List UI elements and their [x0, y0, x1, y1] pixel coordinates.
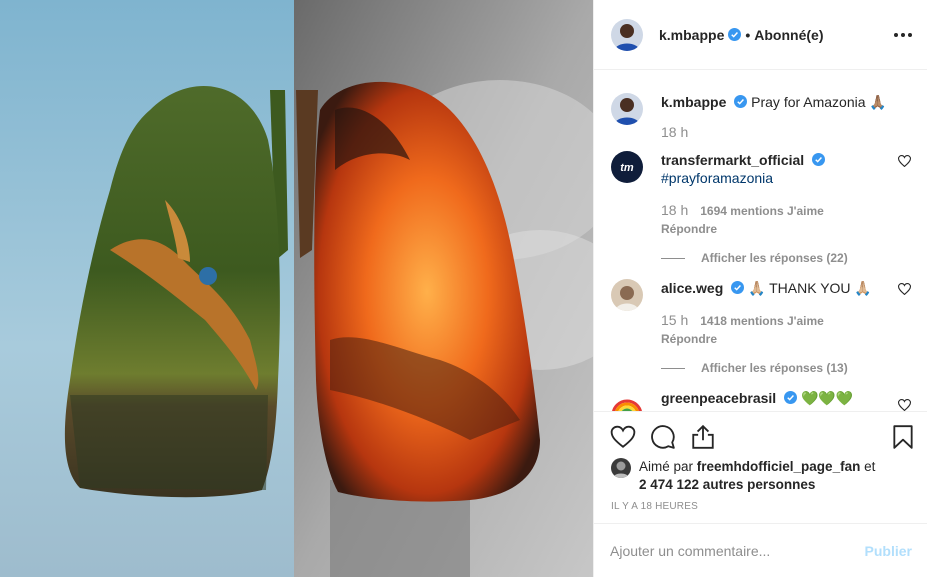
- view-replies-button[interactable]: Afficher les réponses (13): [661, 359, 881, 377]
- comment-text: 🙏🏼 THANK YOU 🙏🏼: [748, 280, 872, 296]
- comment-like-heart-icon[interactable]: [898, 399, 911, 411]
- comment-like-heart-icon[interactable]: [898, 283, 911, 295]
- comment-likes-count[interactable]: 1694 mentions J'aime: [700, 202, 824, 220]
- liker-avatar[interactable]: [611, 458, 631, 478]
- post-image[interactable]: [0, 0, 593, 577]
- comment-username[interactable]: transfermarkt_official: [661, 152, 804, 168]
- post-side-panel: k.mbappe • Abonné(e) k.mbappe Pray for A…: [593, 0, 927, 577]
- post-timestamp[interactable]: IL Y A 18 HEURES: [611, 501, 698, 512]
- likes-count-link[interactable]: 2 474 122 autres personnes: [639, 477, 815, 492]
- verified-badge-icon: [812, 153, 826, 166]
- caption-username[interactable]: k.mbappe: [661, 94, 726, 110]
- comment-icon[interactable]: [650, 424, 676, 450]
- likes-prefix: Aimé par: [639, 459, 697, 474]
- comment-input[interactable]: [610, 542, 865, 559]
- reply-button[interactable]: Répondre: [661, 330, 881, 348]
- comment-time[interactable]: 15 h: [661, 311, 688, 329]
- comments-list[interactable]: k.mbappe Pray for Amazonia 🙏🏽 18 h tm tr…: [594, 71, 927, 411]
- comment-time[interactable]: 18 h: [661, 201, 688, 219]
- commenter-avatar[interactable]: [611, 389, 643, 411]
- verified-badge-icon: [728, 28, 742, 41]
- heart-icon[interactable]: [610, 424, 636, 450]
- view-replies-label: Afficher les réponses (22): [701, 251, 848, 265]
- comment-like-heart-icon[interactable]: [898, 155, 911, 167]
- caption-text: Pray for Amazonia 🙏🏽: [751, 94, 887, 110]
- view-replies-button[interactable]: Afficher les réponses (22): [661, 249, 881, 267]
- likes-suffix: et: [860, 459, 876, 474]
- likes-summary: Aimé par freemhdofficiel_page_fan et 2 4…: [611, 458, 911, 494]
- add-comment-bar: Publier: [594, 523, 927, 577]
- header-separator: •: [745, 26, 751, 43]
- comment-likes-count[interactable]: 1418 mentions J'aime: [700, 312, 824, 330]
- commenter-avatar[interactable]: tm: [611, 151, 643, 183]
- liker-username[interactable]: freemhdofficiel_page_fan: [697, 459, 861, 474]
- lungs-forest-fire-artwork: [0, 0, 593, 577]
- comment-hashtag-link[interactable]: #prayforamazonia: [661, 169, 881, 187]
- action-bar: [594, 411, 927, 461]
- comment-username[interactable]: greenpeacebrasil: [661, 390, 776, 406]
- follow-status-button[interactable]: Abonné(e): [754, 27, 823, 43]
- comment-username[interactable]: alice.weg: [661, 280, 723, 296]
- commenter-avatar[interactable]: [611, 279, 643, 311]
- likes-text: Aimé par freemhdofficiel_page_fan et 2 4…: [639, 458, 875, 494]
- author-username[interactable]: k.mbappe: [659, 27, 724, 43]
- replies-divider: [661, 257, 685, 259]
- caption-avatar[interactable]: [611, 93, 643, 125]
- view-replies-label: Afficher les réponses (13): [701, 361, 848, 375]
- caption-time[interactable]: 18 h: [661, 123, 688, 141]
- share-icon[interactable]: [690, 424, 716, 450]
- verified-badge-icon: [731, 281, 745, 294]
- publish-button[interactable]: Publier: [865, 543, 912, 559]
- reply-button[interactable]: Répondre: [661, 220, 881, 238]
- replies-divider: [661, 367, 685, 369]
- post-header: k.mbappe • Abonné(e): [594, 0, 927, 70]
- svg-text:tm: tm: [620, 162, 634, 174]
- bookmark-icon[interactable]: [890, 424, 916, 450]
- verified-badge-icon: [734, 95, 748, 108]
- verified-badge-icon: [784, 391, 798, 404]
- comment-text: 💚💚💚: [800, 390, 854, 406]
- author-avatar[interactable]: [611, 18, 643, 51]
- more-options-icon[interactable]: [894, 27, 912, 43]
